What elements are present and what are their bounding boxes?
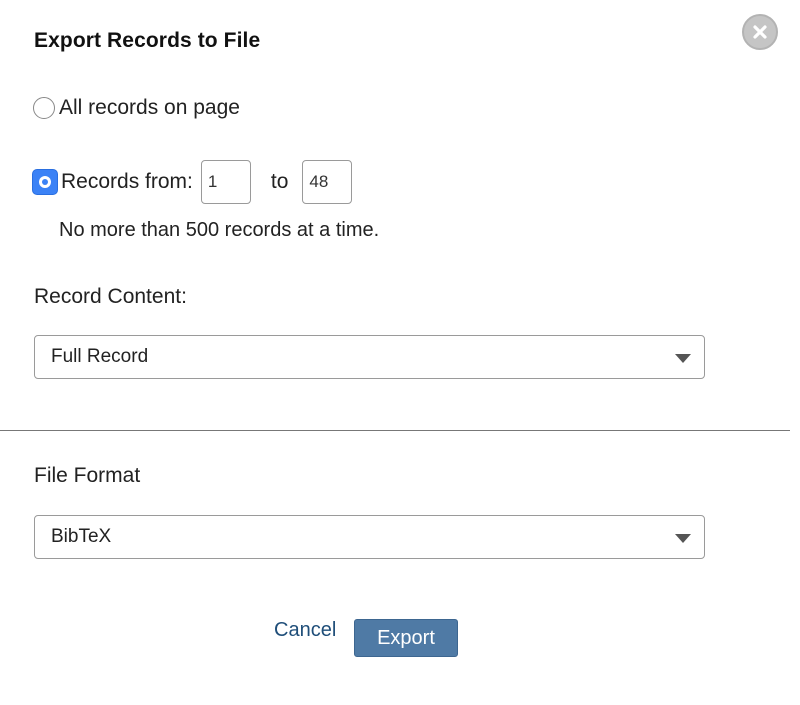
- radio-records-range-label: Records from:: [61, 170, 193, 193]
- close-button[interactable]: [742, 14, 778, 50]
- cancel-button[interactable]: Cancel: [274, 619, 336, 642]
- chevron-down-icon: [675, 534, 691, 543]
- section-divider: [0, 430, 790, 431]
- export-button[interactable]: Export: [354, 619, 458, 657]
- records-limit-hint: No more than 500 records at a time.: [59, 219, 380, 241]
- dialog-title: Export Records to File: [34, 29, 261, 52]
- radio-all-records-label: All records on page: [59, 96, 240, 119]
- export-dialog: Export Records to File All records on pa…: [0, 0, 800, 705]
- radio-records-range-row[interactable]: Records from: to: [33, 160, 353, 204]
- to-label: to: [270, 170, 289, 193]
- radio-selected-dot: [39, 176, 51, 188]
- records-from-input[interactable]: [200, 160, 251, 204]
- close-icon: [752, 24, 768, 40]
- file-format-label: File Format: [34, 464, 141, 487]
- radio-all-records-row[interactable]: All records on page: [33, 96, 240, 120]
- chevron-down-icon: [675, 354, 691, 363]
- record-content-label: Record Content:: [34, 285, 187, 308]
- file-format-select[interactable]: BibTeX: [34, 515, 705, 559]
- radio-all-records[interactable]: [33, 97, 55, 119]
- record-content-value: Full Record: [51, 346, 149, 367]
- file-format-value: BibTeX: [51, 526, 112, 547]
- records-to-input[interactable]: [302, 160, 353, 204]
- record-content-select[interactable]: Full Record: [34, 335, 705, 379]
- radio-records-range[interactable]: [33, 170, 57, 194]
